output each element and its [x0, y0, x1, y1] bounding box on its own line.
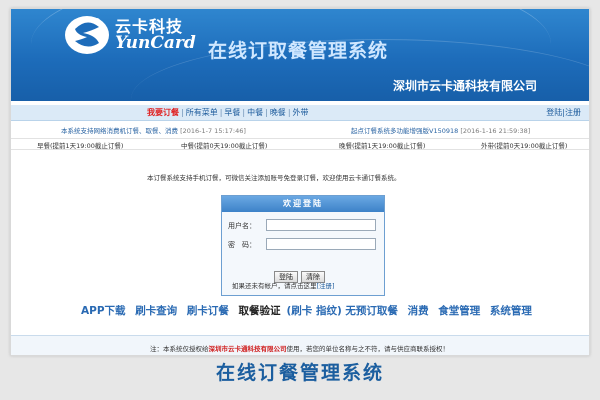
logo-english-name: YunCard	[115, 33, 196, 53]
info-row: 本系统支持网络消费机订餐、取餐、消费 [2016-1-7 15:17:46] 起…	[11, 123, 589, 136]
site-header: 云卡科技 YunCard 在线订取餐管理系统 深圳市云卡通科技有限公司	[11, 9, 589, 101]
auth-links: 登陆|注册	[546, 107, 581, 118]
system-title: 在线订取餐管理系统	[208, 40, 389, 62]
image-caption: 在线订餐管理系统	[215, 362, 384, 384]
nav-item-all-menu[interactable]: 所有菜单	[184, 108, 220, 117]
license-prefix: 注：本系统仅授权给	[150, 345, 209, 353]
license-suffix: 使用，若您的单位名称与之不符，请与供应商联系授权！	[286, 345, 450, 353]
notice-text: 本订餐系统支持手机订餐，可微信关注添加账号免登录订餐，欢迎使用云卡通订餐系统。	[147, 174, 401, 182]
yuncard-logo-icon	[65, 16, 109, 54]
password-input[interactable]	[266, 238, 376, 250]
username-row: 用户名：	[228, 219, 376, 231]
license-notice: 注：本系统仅授权给深圳市云卡通科技有限公司使用，若您的单位名称与之不符，请与供应…	[150, 343, 449, 353]
support-timestamp: [2016-1-7 15:17:46]	[180, 127, 246, 135]
system-support-info: 本系统支持网络消费机订餐、取餐、消费 [2016-1-7 15:17:46]	[61, 125, 246, 135]
version-info: 起点订餐系统多功能增强版V150918 [2016-1-16 21:59:38]	[351, 125, 530, 135]
license-company: 深圳市云卡通科技有限公司	[208, 345, 287, 353]
meal-deadlines: 早餐(提前1天19:00截止订餐) 中餐(提前0天19:00截止订餐) 晚餐(提…	[11, 138, 589, 150]
nav-menu: 我要订餐 | 所有菜单 | 早餐 | 中餐 | 晚餐 | 外带	[145, 107, 311, 118]
nav-item-order[interactable]: 我要订餐	[145, 108, 181, 117]
version-timestamp: [2016-1-16 21:59:38]	[460, 127, 531, 135]
username-label: 用户名：	[228, 222, 256, 230]
nav-item-takeout[interactable]: 外带	[291, 108, 311, 117]
footer-note: 注：本系统仅授权给深圳市云卡通科技有限公司使用，若您的单位名称与之不符，请与供应…	[11, 335, 589, 355]
register-hint-text: 如果还未有帐户，请点击这里	[232, 282, 317, 290]
card-order-link[interactable]: 刷卡订餐	[187, 305, 229, 317]
canteen-management-link[interactable]: 食堂管理	[438, 305, 480, 317]
login-box: 欢迎登陆 用户名： 密 码： 登陆 清除 如果还未有帐户，请点击这里[注册]	[221, 195, 385, 296]
system-management-link[interactable]: 系统管理	[490, 305, 532, 317]
browser-screenshot: 云卡科技 YunCard 在线订取餐管理系统 深圳市云卡通科技有限公司 我要订餐…	[10, 8, 590, 356]
login-link[interactable]: 登陆	[546, 108, 562, 117]
takeout-deadline: 外带(提前0天19:00截止订餐)	[481, 142, 568, 150]
function-links: APP下载 刷卡查询 刷卡订餐 取餐验证 (刷卡 指纹) 无预订取餐 消费 食堂管…	[81, 303, 538, 318]
register-link[interactable]: 注册	[565, 108, 581, 117]
dinner-deadline: 晚餐(提前1天19:00截止订餐)	[339, 142, 426, 150]
version-text: 起点订餐系统多功能增强版V150918	[351, 127, 459, 135]
meal-verify-sub[interactable]: (刷卡 指纹)	[287, 305, 342, 317]
username-input[interactable]	[266, 219, 376, 231]
nav-item-lunch[interactable]: 中餐	[245, 108, 265, 117]
nav-bar: 我要订餐 | 所有菜单 | 早餐 | 中餐 | 晚餐 | 外带 登陆|注册	[11, 105, 589, 121]
login-title: 欢迎登陆	[222, 196, 384, 212]
nav-item-dinner[interactable]: 晚餐	[268, 108, 288, 117]
password-label: 密 码：	[228, 241, 256, 249]
password-row: 密 码：	[228, 238, 376, 250]
meal-verify-link[interactable]: 取餐验证	[239, 305, 281, 317]
no-order-pickup-link[interactable]: 无预订取餐	[345, 305, 398, 317]
breakfast-deadline: 早餐(提前1天19:00截止订餐)	[37, 142, 124, 150]
company-name: 深圳市云卡通科技有限公司	[392, 79, 537, 93]
card-query-link[interactable]: 刷卡查询	[135, 305, 177, 317]
support-text: 本系统支持网络消费机订餐、取餐、消费	[61, 127, 178, 135]
nav-item-breakfast[interactable]: 早餐	[222, 108, 242, 117]
lunch-deadline: 中餐(提前0天19:00截止订餐)	[181, 142, 268, 150]
consume-link[interactable]: 消费	[408, 305, 429, 317]
register-hint-link[interactable]: [注册]	[317, 282, 335, 290]
register-hint: 如果还未有帐户，请点击这里[注册]	[232, 280, 335, 290]
app-download-link[interactable]: APP下载	[81, 305, 126, 317]
